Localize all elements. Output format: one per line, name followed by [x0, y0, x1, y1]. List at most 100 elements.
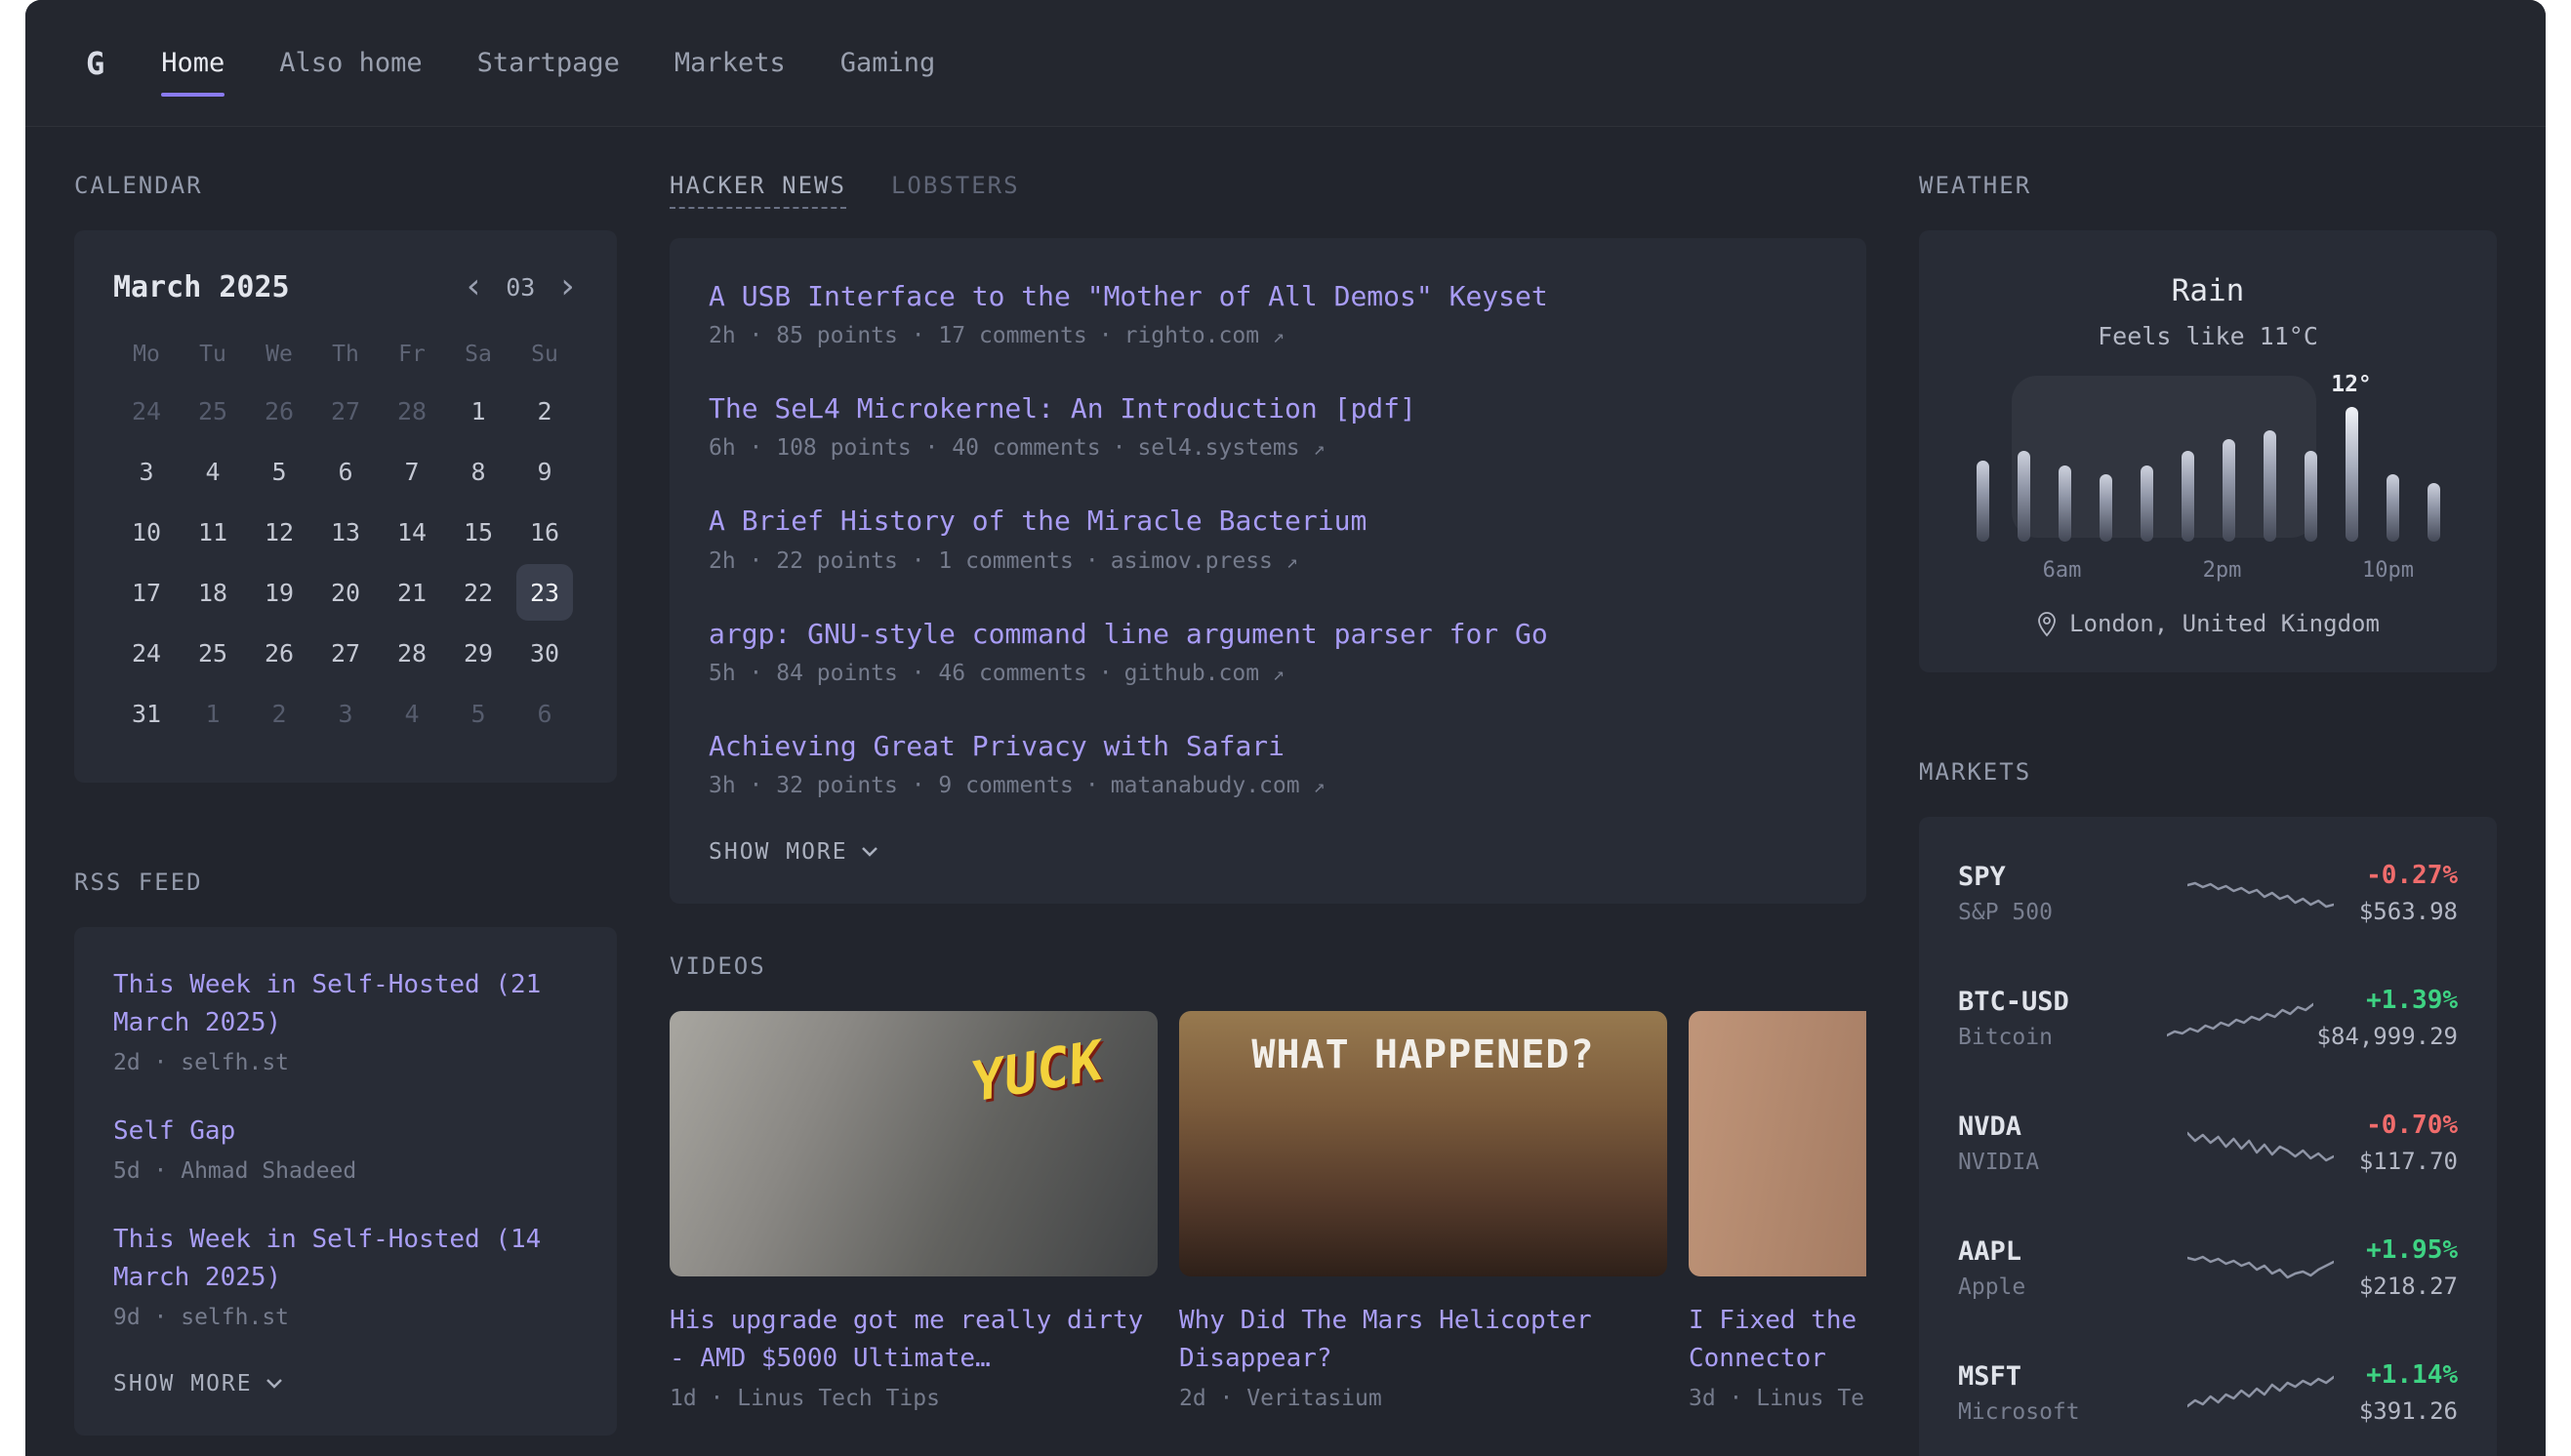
calendar-day[interactable]: 4	[180, 441, 246, 502]
calendar-day[interactable]: 26	[246, 623, 312, 683]
nav-tab-also-home[interactable]: Also home	[279, 0, 422, 126]
news-item-source-link[interactable]: sel4.systems ↗	[1137, 435, 1325, 461]
calendar-day[interactable]: 31	[113, 683, 180, 744]
news-item-source-link[interactable]: asimov.press ↗	[1111, 548, 1298, 574]
calendar-day[interactable]: 2	[511, 381, 578, 441]
video-card[interactable]: YUCK His upgrade got me really dirty - AM…	[670, 1011, 1158, 1411]
news-show-more-button[interactable]: SHOW MORE	[709, 839, 877, 865]
calendar-day[interactable]: 3	[312, 683, 379, 744]
calendar-day-number: 26	[251, 383, 307, 439]
market-price: $218.27	[2359, 1273, 2458, 1300]
calendar-day[interactable]: 1	[180, 683, 246, 744]
calendar-day[interactable]: 21	[379, 562, 445, 623]
nav-tab-startpage[interactable]: Startpage	[477, 0, 620, 126]
calendar-day[interactable]: 24	[113, 381, 180, 441]
market-row-msft[interactable]: MSFTMicrosoft+1.14%$391.26	[1958, 1330, 2458, 1455]
video-title[interactable]: His upgrade got me really dirty - AMD $5…	[670, 1302, 1158, 1378]
app-logo[interactable]: G	[86, 0, 104, 126]
calendar-day[interactable]: 6	[312, 441, 379, 502]
nav-tab-markets[interactable]: Markets	[674, 0, 786, 126]
weather-bar-slot	[2208, 439, 2249, 542]
video-thumbnail[interactable]: YUCK	[670, 1011, 1158, 1276]
calendar-day[interactable]: 26	[246, 381, 312, 441]
video-thumbnail[interactable]: WHAT HAPPENED?	[1179, 1011, 1667, 1276]
calendar-day[interactable]: 5	[246, 441, 312, 502]
weather-time-label	[2242, 558, 2282, 583]
calendar-day[interactable]: 12	[246, 502, 312, 562]
calendar-day[interactable]: 27	[312, 381, 379, 441]
calendar-day[interactable]: 29	[445, 623, 511, 683]
calendar-prev-button[interactable]: ‹	[464, 269, 485, 304]
external-link-icon: ↗	[1273, 662, 1285, 685]
calendar-day[interactable]: 28	[379, 623, 445, 683]
calendar-day[interactable]: 9	[511, 441, 578, 502]
news-item-source-link[interactable]: righto.com ↗	[1124, 323, 1285, 348]
calendar-day[interactable]: 14	[379, 502, 445, 562]
calendar-day[interactable]: 7	[379, 441, 445, 502]
rss-item-title[interactable]: This Week in Self-Hosted (14 March 2025)	[113, 1221, 578, 1297]
calendar-day-number: 11	[184, 504, 241, 560]
rss-item-title[interactable]: This Week in Self-Hosted (21 March 2025)	[113, 966, 578, 1042]
market-row-nvda[interactable]: NVDANVIDIA-0.70%$117.70	[1958, 1080, 2458, 1205]
calendar-day[interactable]: 19	[246, 562, 312, 623]
calendar-day[interactable]: 11	[180, 502, 246, 562]
calendar-month-title: March 2025	[113, 270, 290, 304]
market-row-btc-usd[interactable]: BTC-USDBitcoin+1.39%$84,999.29	[1958, 955, 2458, 1080]
weather-bar-slot	[2085, 474, 2126, 542]
calendar-day[interactable]: 28	[379, 381, 445, 441]
calendar-next-button[interactable]: ›	[556, 269, 578, 304]
calendar-day[interactable]: 25	[180, 623, 246, 683]
calendar-day-selected[interactable]: 23	[511, 562, 578, 623]
calendar-day[interactable]: 30	[511, 623, 578, 683]
calendar-day[interactable]: 27	[312, 623, 379, 683]
market-row-spy[interactable]: SPYS&P 500-0.27%$563.98	[1958, 830, 2458, 955]
video-card[interactable]: WHAT HAPPENED? Why Did The Mars Helicopte…	[1179, 1011, 1667, 1411]
calendar-day[interactable]: 20	[312, 562, 379, 623]
calendar-day[interactable]: 2	[246, 683, 312, 744]
calendar-day[interactable]: 15	[445, 502, 511, 562]
video-title[interactable]: Why Did The Mars Helicopter Disappear?	[1179, 1302, 1667, 1378]
calendar-day[interactable]: 5	[445, 683, 511, 744]
news-item-title[interactable]: A Brief History of the Miracle Bacterium	[709, 502, 1827, 540]
calendar-day[interactable]: 4	[379, 683, 445, 744]
location-pin-icon	[2036, 611, 2058, 637]
middle-column: HACKER NEWS LOBSTERS A USB Interface to t…	[670, 172, 1866, 1456]
calendar-day[interactable]: 22	[445, 562, 511, 623]
news-item-meta: 2h · 85 points · 17 comments·righto.com …	[709, 323, 1827, 348]
market-row-aapl[interactable]: AAPLApple+1.95%$218.27	[1958, 1205, 2458, 1330]
video-card[interactable]: DO THI Fixed the 5090 Power Connector3d …	[1689, 1011, 1866, 1411]
external-link-icon: ↗	[1313, 436, 1325, 460]
calendar-day[interactable]: 18	[180, 562, 246, 623]
news-item-title[interactable]: Achieving Great Privacy with Safari	[709, 727, 1827, 765]
video-thumbnail[interactable]: DO TH	[1689, 1011, 1866, 1276]
calendar-day[interactable]: 6	[511, 683, 578, 744]
nav-tab-home[interactable]: Home	[161, 0, 224, 126]
news-item-meta: 2h · 22 points · 1 comments·asimov.press…	[709, 548, 1827, 574]
calendar-day[interactable]: 24	[113, 623, 180, 683]
calendar-day[interactable]: 8	[445, 441, 511, 502]
calendar-day[interactable]: 13	[312, 502, 379, 562]
nav-tab-gaming[interactable]: Gaming	[840, 0, 936, 126]
news-item-title[interactable]: A USB Interface to the "Mother of All De…	[709, 277, 1827, 315]
weather-time-label	[2282, 558, 2322, 583]
news-item-source-link[interactable]: matanabudy.com ↗	[1111, 773, 1326, 798]
news-item-title[interactable]: argp: GNU-style command line argument pa…	[709, 615, 1827, 653]
market-change: -0.70%	[2359, 1111, 2458, 1140]
weather-bar	[2141, 465, 2153, 542]
calendar-day[interactable]: 3	[113, 441, 180, 502]
calendar-day[interactable]: 25	[180, 381, 246, 441]
weather-bar-slot	[2413, 483, 2454, 542]
rss-show-more-button[interactable]: SHOW MORE	[113, 1371, 282, 1396]
news-tab-lobsters[interactable]: LOBSTERS	[891, 172, 1020, 209]
news-item-source-link[interactable]: github.com ↗	[1124, 661, 1285, 686]
news-item-title[interactable]: The SeL4 Microkernel: An Introduction [p…	[709, 389, 1827, 427]
calendar-day[interactable]: 10	[113, 502, 180, 562]
news-tab-hacker-news[interactable]: HACKER NEWS	[670, 172, 846, 209]
calendar-day[interactable]: 16	[511, 502, 578, 562]
calendar-day[interactable]: 1	[445, 381, 511, 441]
rss-item-title[interactable]: Self Gap	[113, 1112, 578, 1151]
weather-card: Rain Feels like 11°C 12° 6am2pm10pm Lond…	[1919, 230, 2497, 672]
weather-time-labels: 6am2pm10pm	[1958, 558, 2458, 583]
video-title[interactable]: I Fixed the 5090 Power Connector	[1689, 1302, 1866, 1378]
calendar-day[interactable]: 17	[113, 562, 180, 623]
